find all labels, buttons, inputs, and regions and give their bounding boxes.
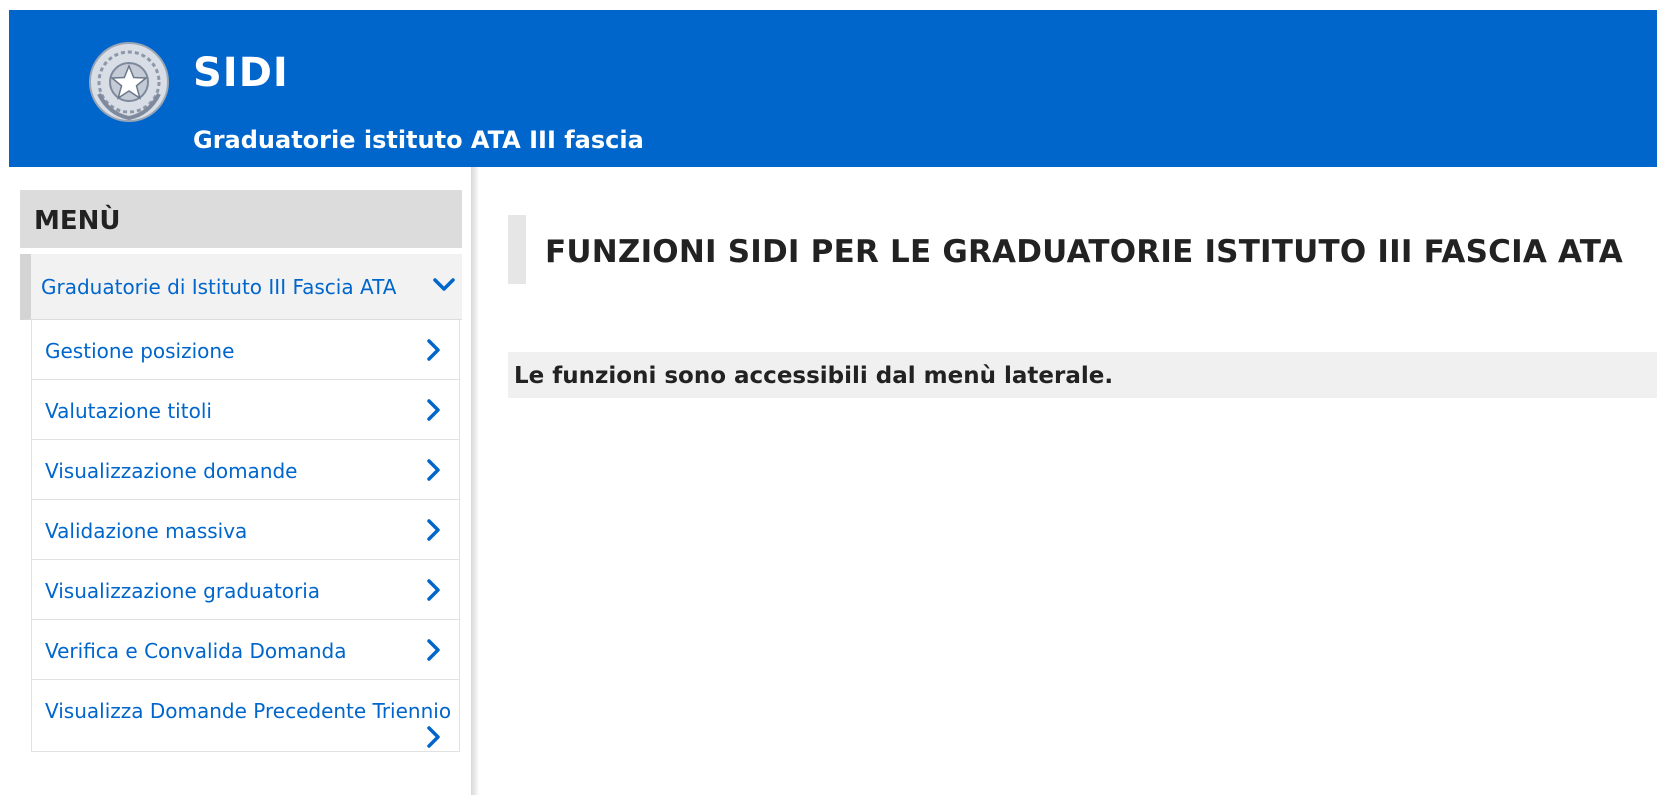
- chevron-right-icon: [427, 726, 440, 748]
- info-message-text: Le funzioni sono accessibili dal menù la…: [514, 363, 1114, 389]
- menu-section-label: Graduatorie di Istituto III Fascia ATA: [41, 275, 397, 299]
- menu-section-graduatorie[interactable]: Graduatorie di Istituto III Fascia ATA: [20, 254, 462, 320]
- menu-item-label: Gestione posizione: [45, 339, 235, 363]
- sidebar-divider: [471, 167, 479, 795]
- menu-item-validazione-massiva[interactable]: Validazione massiva: [31, 500, 460, 560]
- menu-item-visualizzazione-domande[interactable]: Visualizzazione domande: [31, 440, 460, 500]
- chevron-right-icon: [427, 339, 440, 361]
- app-header: SIDI Graduatorie istituto ATA III fascia: [9, 10, 1657, 167]
- top-border: [0, 0, 1657, 10]
- heading-accent-bar: [508, 215, 526, 284]
- menu-item-label: Validazione massiva: [45, 519, 248, 543]
- app-title[interactable]: SIDI: [193, 50, 289, 96]
- info-message: Le funzioni sono accessibili dal menù la…: [508, 352, 1657, 398]
- sidebar-menu: MENÙ Graduatorie di Istituto III Fascia …: [20, 190, 462, 795]
- chevron-right-icon: [427, 639, 440, 661]
- menu-item-label: Valutazione titoli: [45, 399, 212, 423]
- app-subtitle: Graduatorie istituto ATA III fascia: [193, 126, 644, 154]
- chevron-right-icon: [427, 399, 440, 421]
- page-title: FUNZIONI SIDI PER LE GRADUATORIE ISTITUT…: [545, 234, 1623, 270]
- menu-title: MENÙ: [20, 190, 462, 248]
- menu-item-label: Visualizza Domande Precedente Triennio: [45, 699, 452, 723]
- menu-item-label: Visualizzazione domande: [45, 459, 298, 483]
- menu-item-label: Verifica e Convalida Domanda: [45, 639, 347, 663]
- menu-item-verifica-convalida[interactable]: Verifica e Convalida Domanda: [31, 620, 460, 680]
- chevron-right-icon: [427, 579, 440, 601]
- chevron-right-icon: [427, 459, 440, 481]
- menu-item-visualizzazione-graduatoria[interactable]: Visualizzazione graduatoria: [31, 560, 460, 620]
- menu-item-valutazione-titoli[interactable]: Valutazione titoli: [31, 380, 460, 440]
- menu-item-gestione-posizione[interactable]: Gestione posizione: [31, 320, 460, 380]
- republic-emblem-icon: [89, 42, 169, 122]
- menu-item-domande-precedente-triennio[interactable]: Visualizza Domande Precedente Triennio: [31, 680, 460, 752]
- chevron-right-icon: [427, 519, 440, 541]
- menu-item-label: Visualizzazione graduatoria: [45, 579, 321, 603]
- chevron-down-icon[interactable]: [431, 274, 457, 296]
